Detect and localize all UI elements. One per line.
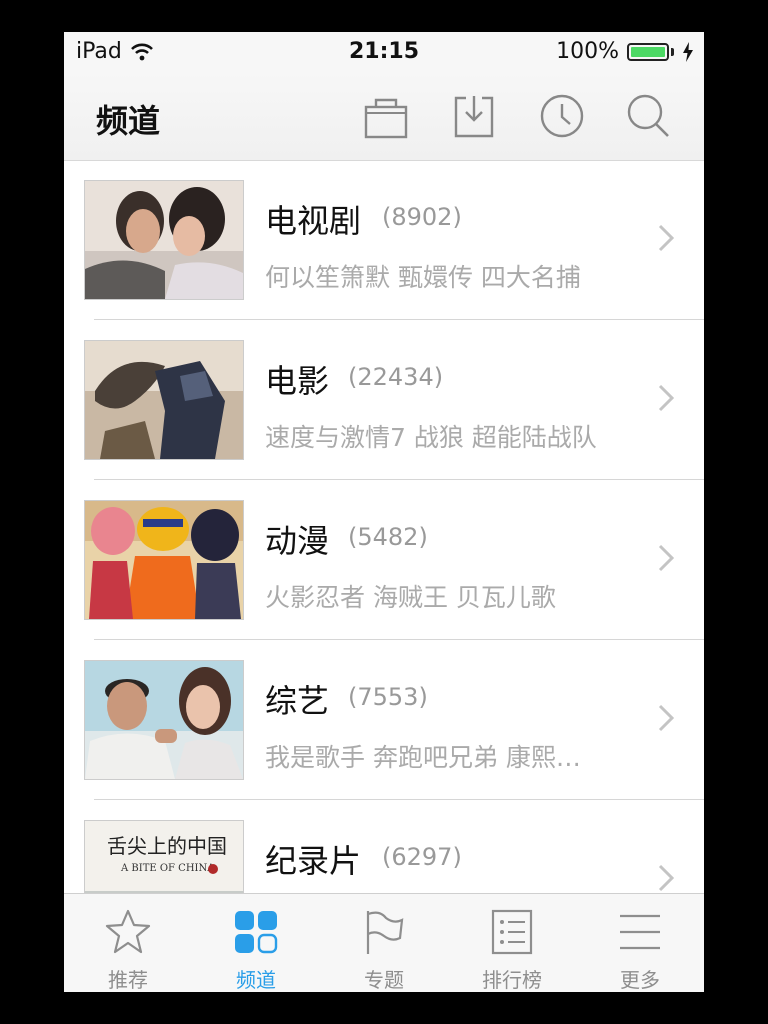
tab-label: 频道 [236, 968, 276, 992]
channel-row-documentary[interactable]: 舌尖上的中国 A BITE OF CHINA 纪录片 (6297) [64, 800, 704, 893]
channel-row-movies[interactable]: 电影 (22434) 速度与激情7 战狼 超能陆战队 [64, 320, 704, 480]
battery-fill [631, 46, 665, 57]
battery-icon [627, 42, 669, 61]
grid-icon [235, 911, 278, 954]
channel-thumbnail [84, 660, 244, 780]
channel-row-anime[interactable]: 动漫 (5482) 火影忍者 海贼王 贝瓦儿歌 [64, 480, 704, 640]
search-icon[interactable] [624, 92, 672, 140]
chevron-right-icon [658, 224, 674, 252]
tab-more[interactable]: 更多 [576, 894, 704, 992]
charging-bolt-icon [683, 41, 693, 62]
chevron-right-icon [658, 384, 674, 412]
download-icon[interactable] [450, 92, 498, 140]
documentary-thumb-title: 舌尖上的中国 [107, 834, 227, 858]
chevron-right-icon [658, 704, 674, 732]
channel-count: (22434) [348, 363, 444, 391]
tab-recommended[interactable]: 推荐 [64, 894, 192, 992]
channel-thumbnail: 舌尖上的中国 A BITE OF CHINA [84, 820, 244, 893]
tab-bar: 推荐 频道 专题 排行榜 更多 [64, 893, 704, 992]
shopping-bag-icon[interactable] [362, 92, 410, 140]
channel-list: 电视剧 (8902) 何以笙箫默 甄嬛传 四大名捕 电影 (22434) 速度与… [64, 160, 704, 893]
channel-title: 动漫 [265, 522, 330, 560]
tab-topics[interactable]: 专题 [320, 894, 448, 992]
flag-icon [366, 911, 404, 954]
channel-row-variety[interactable]: 综艺 (7553) 我是歌手 奔跑吧兄弟 康熙… [64, 640, 704, 800]
channel-subtitle: 速度与激情7 战狼 超能陆战队 [265, 423, 597, 452]
tab-label: 排行榜 [482, 968, 542, 992]
channel-subtitle: 我是歌手 奔跑吧兄弟 康熙… [265, 743, 581, 772]
page-title: 频道 [96, 102, 161, 140]
app-screen: iPad 21:15 100% 频道 电视剧 (8902) 何以笙箫默 甄嬛传 … [64, 32, 704, 992]
channel-thumbnail [84, 180, 244, 300]
channel-subtitle: 何以笙箫默 甄嬛传 四大名捕 [265, 263, 581, 292]
chevron-right-icon [658, 544, 674, 572]
documentary-thumb-subtitle: A BITE OF CHINA [120, 863, 215, 874]
battery-tip [671, 47, 674, 56]
tab-channels[interactable]: 频道 [192, 894, 320, 992]
history-clock-icon[interactable] [538, 92, 586, 140]
battery-percent: 100% [556, 39, 619, 64]
tab-rankings[interactable]: 排行榜 [448, 894, 576, 992]
channel-title: 综艺 [265, 682, 330, 720]
channel-count: (5482) [348, 523, 428, 551]
channel-count: (7553) [348, 683, 428, 711]
tab-label: 推荐 [108, 968, 148, 992]
chevron-right-icon [658, 864, 674, 892]
channel-title: 电视剧 [265, 202, 362, 240]
channel-subtitle: 火影忍者 海贼王 贝瓦儿歌 [265, 583, 556, 612]
status-right: 100% [556, 39, 694, 64]
channel-thumbnail [84, 500, 244, 620]
navigation-bar: 频道 [64, 72, 704, 161]
star-icon [105, 909, 151, 954]
channel-count: (6297) [382, 843, 462, 871]
status-bar: iPad 21:15 100% [64, 32, 704, 72]
list-icon [491, 909, 533, 955]
tab-label: 更多 [620, 968, 660, 992]
channel-thumbnail [84, 340, 244, 460]
menu-icon [620, 914, 660, 950]
tab-label: 专题 [364, 968, 404, 992]
channel-row-tv-series[interactable]: 电视剧 (8902) 何以笙箫默 甄嬛传 四大名捕 [64, 160, 704, 320]
channel-title: 纪录片 [265, 842, 362, 880]
channel-count: (8902) [382, 203, 462, 231]
channel-title: 电影 [265, 362, 330, 400]
